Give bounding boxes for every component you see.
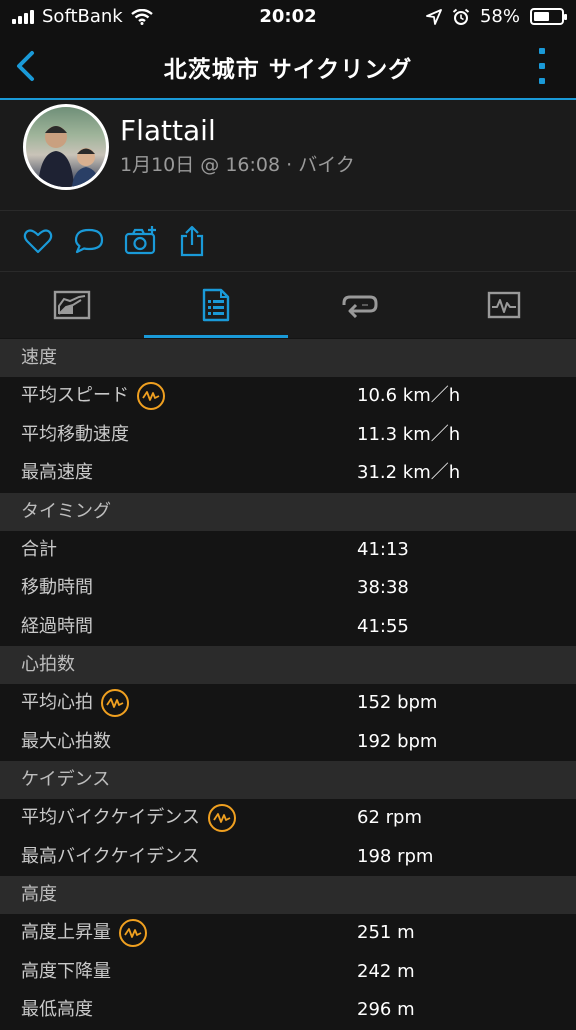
connect-iq-badge-icon[interactable] (119, 919, 147, 948)
add-photo-button[interactable] (124, 225, 156, 257)
stat-value: 152 bpm (357, 692, 438, 713)
stat-label: 高度下降量 (21, 960, 111, 982)
stat-label-container: 平均心拍 (21, 684, 129, 723)
activity-header: Flattail 1月10日 @ 16:08 · バイク (0, 100, 576, 211)
stat-label: 高度上昇量 (21, 922, 111, 943)
section-header-speed: 速度 (0, 339, 576, 377)
heart-icon (23, 229, 53, 254)
stat-value: 242 m (357, 960, 415, 982)
share-icon (180, 225, 204, 257)
avatar[interactable] (23, 104, 109, 190)
stat-row: 平均スピード 10.6 km／h (0, 377, 576, 416)
stat-label: 平均心拍 (21, 692, 93, 713)
stat-value: 198 rpm (357, 845, 434, 867)
stat-value: 10.6 km／h (357, 385, 461, 406)
status-right: 58% (426, 6, 567, 27)
stat-value: 62 rpm (357, 807, 422, 828)
section-header-elevation: 高度 (0, 876, 576, 914)
more-dot-icon (539, 48, 545, 54)
stat-label-container: 平均バイクケイデンス (21, 799, 236, 838)
stat-row: 最高バイクケイデンス 198 rpm (0, 837, 576, 876)
section-header-cadence: ケイデンス (0, 761, 576, 799)
status-bar: SoftBank 20:02 58% (0, 0, 576, 34)
tab-stats[interactable] (144, 272, 288, 338)
stat-value: 41:13 (357, 538, 409, 560)
stat-label: 移動時間 (21, 577, 93, 598)
action-bar (0, 211, 576, 272)
stat-row: 合計 41:13 (0, 530, 576, 569)
page-title: 北茨城市 サイクリング (163, 57, 413, 83)
battery-percent: 58% (479, 6, 520, 27)
battery-cap (564, 14, 567, 20)
stat-row: 移動時間 38:38 (0, 569, 576, 608)
stat-row: 平均移動速度 11.3 km／h (0, 415, 576, 454)
stats-list: 速度 平均スピード 10.6 km／h 平均移動速度 11.3 km／h 最高速… (0, 339, 576, 1030)
tab-graphs[interactable] (432, 272, 576, 338)
like-button[interactable] (22, 225, 54, 257)
stat-label: 平均移動速度 (21, 423, 129, 445)
stat-row: 高度上昇量 251 m (0, 914, 576, 953)
stat-label: 合計 (21, 538, 57, 560)
share-button[interactable] (178, 225, 210, 257)
nav-bar: 北茨城市 サイクリング (0, 34, 576, 100)
section-header-heart-rate: 心拍数 (0, 646, 576, 684)
camera-plus-icon (124, 226, 156, 255)
stat-value: 11.3 km／h (357, 423, 461, 445)
tab-laps[interactable] (288, 272, 432, 338)
activity-tabs (0, 272, 576, 338)
stat-value: 192 bpm (357, 730, 438, 752)
stat-row: 高度下降量 242 m (0, 952, 576, 991)
stat-label: 平均スピード (21, 385, 129, 406)
battery-level (534, 12, 549, 21)
section-header-timing: タイミング (0, 492, 576, 531)
connect-iq-badge-icon[interactable] (101, 689, 129, 718)
battery-icon (530, 8, 567, 25)
stat-label: 最高バイクケイデンス (21, 845, 200, 867)
stat-label: 平均バイクケイデンス (21, 807, 200, 828)
stats-list-icon (202, 288, 230, 322)
comment-button[interactable] (73, 225, 105, 257)
more-dot-icon (539, 63, 545, 69)
tab-summary[interactable] (0, 272, 144, 338)
stat-label-container: 高度上昇量 (21, 914, 147, 953)
stat-row: 最高速度 31.2 km／h (0, 454, 576, 493)
activity-date-type: 1月10日 @ 16:08 · バイク (120, 154, 355, 176)
comment-bubble-icon (74, 228, 104, 254)
stat-row: 平均バイクケイデンス 62 rpm (0, 799, 576, 838)
stat-row: 最大心拍数 192 bpm (0, 722, 576, 761)
laps-icon (342, 295, 378, 318)
stat-value: 31.2 km／h (357, 462, 461, 483)
avatar-photo (38, 126, 100, 187)
more-button[interactable] (536, 46, 548, 86)
user-name: Flattail (120, 114, 216, 147)
stat-value: 251 m (357, 922, 415, 943)
connect-iq-badge-icon[interactable] (137, 382, 165, 411)
stat-row: 平均心拍 152 bpm (0, 684, 576, 723)
alarm-icon (452, 8, 470, 25)
stat-row: 経過時間 41:55 (0, 607, 576, 646)
graph-icon (487, 291, 521, 319)
stat-label: 最大心拍数 (21, 730, 111, 752)
stat-label: 経過時間 (21, 615, 93, 637)
connect-iq-badge-icon[interactable] (207, 804, 236, 833)
location-arrow-icon (426, 8, 442, 25)
summary-chart-icon (53, 290, 91, 320)
stat-value: 38:38 (357, 577, 409, 598)
stat-label-container: 平均スピード (21, 377, 165, 416)
stat-value: 41:55 (357, 615, 409, 637)
more-dot-icon (539, 78, 545, 84)
stat-label: 最高速度 (21, 462, 93, 483)
